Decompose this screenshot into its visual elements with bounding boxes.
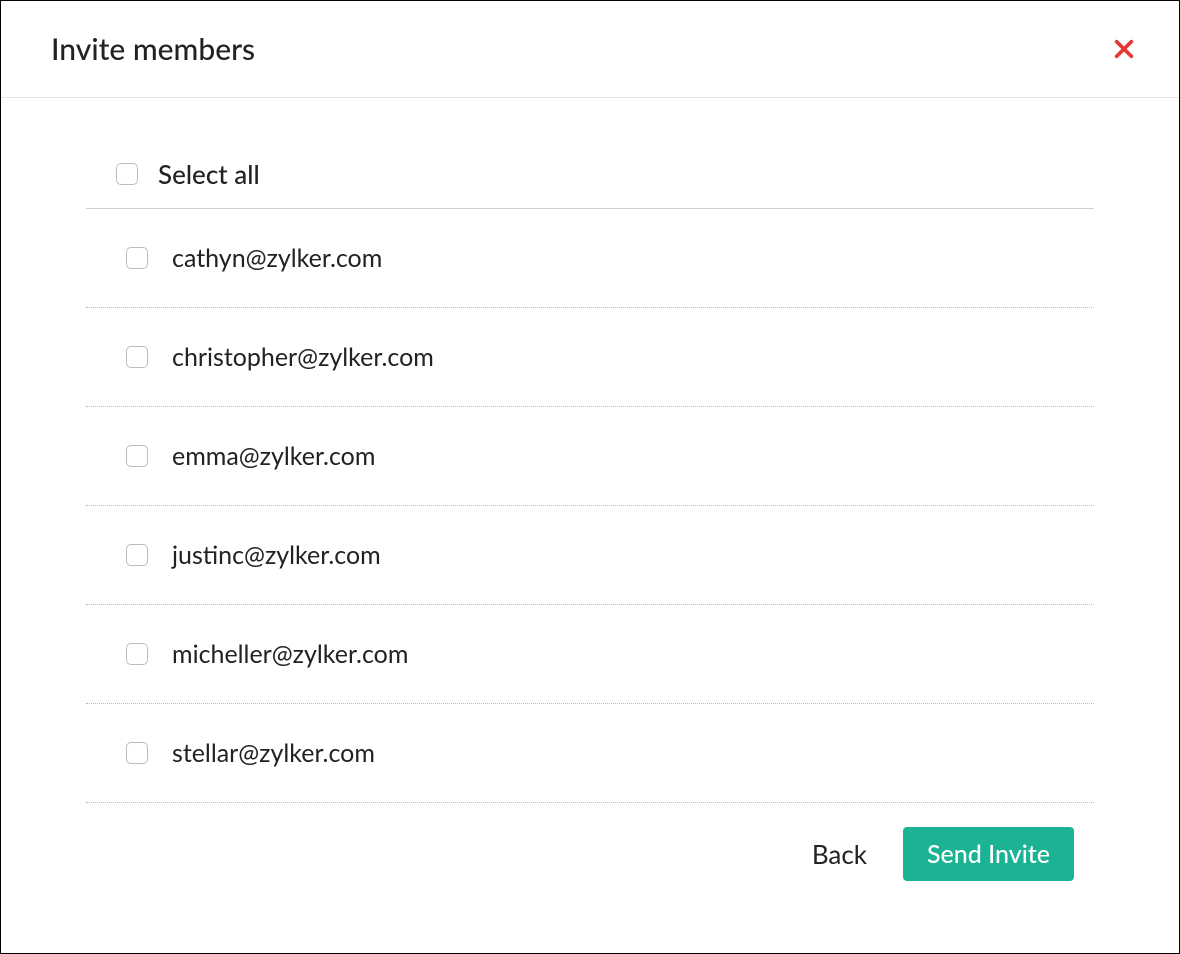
member-checkbox[interactable] — [126, 445, 148, 467]
member-email: stellar@zylker.com — [172, 738, 375, 768]
member-row[interactable]: emma@zylker.com — [86, 407, 1094, 506]
member-row[interactable]: cathyn@zylker.com — [86, 209, 1094, 308]
modal-footer: Back Send Invite — [86, 803, 1094, 881]
member-row[interactable]: justinc@zylker.com — [86, 506, 1094, 605]
back-button[interactable]: Back — [804, 828, 875, 880]
close-icon — [1113, 38, 1135, 60]
member-checkbox[interactable] — [126, 643, 148, 665]
send-invite-button[interactable]: Send Invite — [903, 827, 1074, 881]
member-row[interactable]: micheller@zylker.com — [86, 605, 1094, 704]
member-row[interactable]: christopher@zylker.com — [86, 308, 1094, 407]
modal-header: Invite members — [1, 1, 1179, 98]
member-list: cathyn@zylker.com christopher@zylker.com… — [86, 209, 1094, 803]
member-row[interactable]: stellar@zylker.com — [86, 704, 1094, 803]
invite-members-modal: Invite members Select all cathyn@zylker.… — [1, 1, 1179, 911]
select-all-checkbox[interactable] — [116, 163, 138, 185]
member-checkbox[interactable] — [126, 742, 148, 764]
member-email: justinc@zylker.com — [172, 540, 381, 570]
member-email: micheller@zylker.com — [172, 639, 408, 669]
member-email: cathyn@zylker.com — [172, 243, 382, 273]
select-all-label: Select all — [158, 158, 260, 190]
close-button[interactable] — [1109, 34, 1139, 64]
modal-content: Select all cathyn@zylker.com christopher… — [1, 98, 1179, 911]
select-all-row[interactable]: Select all — [86, 158, 1094, 209]
member-email: christopher@zylker.com — [172, 342, 434, 372]
member-checkbox[interactable] — [126, 544, 148, 566]
modal-title: Invite members — [51, 31, 255, 67]
member-checkbox[interactable] — [126, 247, 148, 269]
member-email: emma@zylker.com — [172, 441, 375, 471]
member-checkbox[interactable] — [126, 346, 148, 368]
